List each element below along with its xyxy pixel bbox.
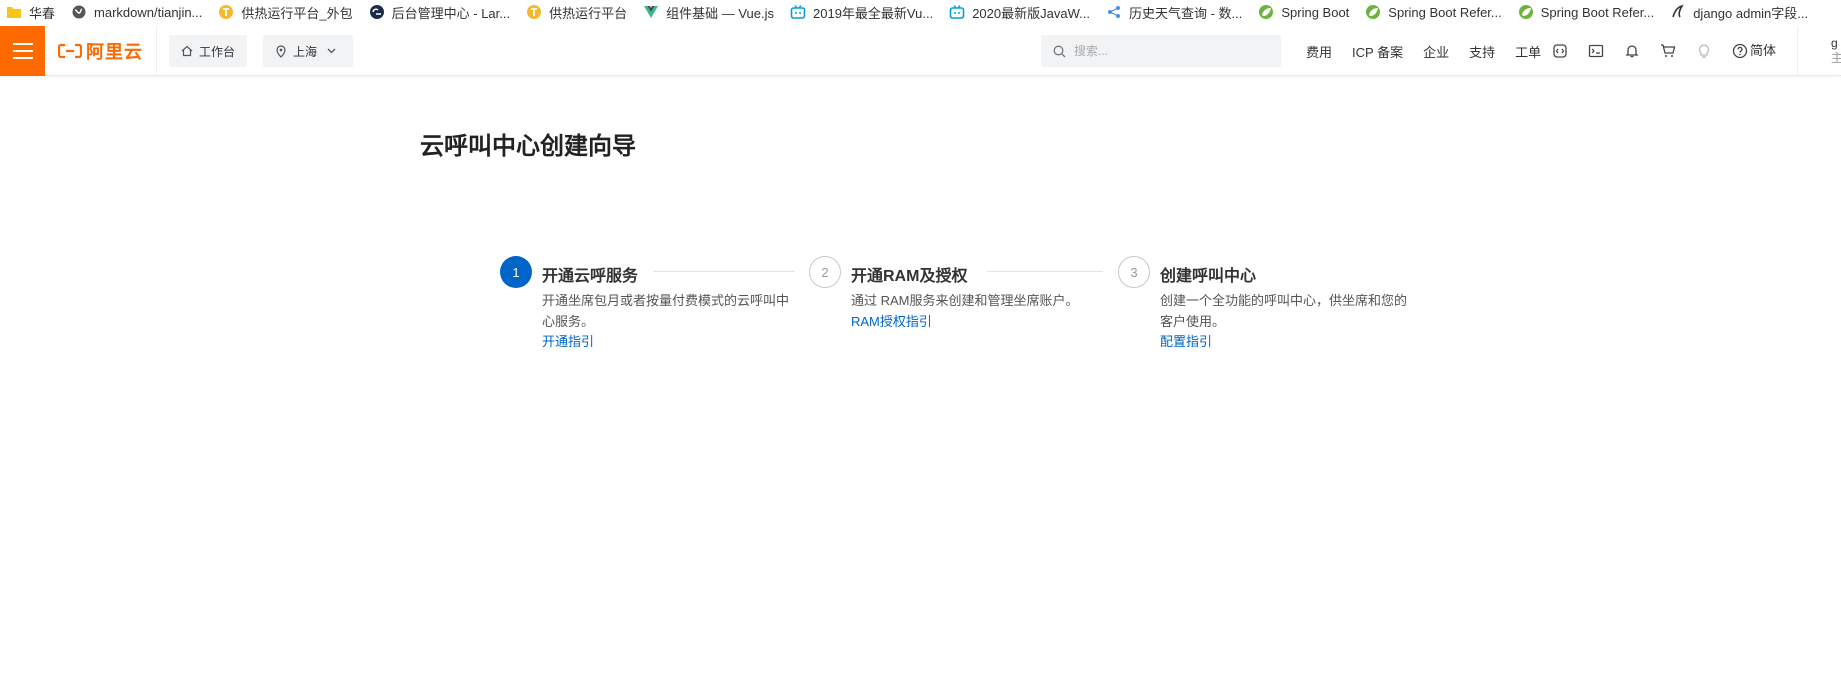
billing-link[interactable]: 费用	[1306, 42, 1332, 61]
cz-logo-icon	[369, 4, 385, 20]
bookmark-item[interactable]: 历史天气查询 - 数...	[1100, 0, 1250, 24]
bookmark-label: Spring Boot Refer...	[1540, 4, 1655, 20]
search-input[interactable]	[1074, 44, 1264, 58]
bookmarks-bar: 华春 markdown/tianjin... 供热运行平台_外包 后台管理中心 …	[0, 0, 1841, 24]
spring-icon	[1518, 4, 1534, 20]
cart-icon[interactable]	[1650, 26, 1686, 76]
workbench-button[interactable]: 工作台	[169, 35, 248, 67]
globe-icon	[71, 4, 87, 20]
nav-divider	[1797, 26, 1798, 76]
bilibili-icon	[790, 4, 806, 20]
menu-icon	[12, 43, 33, 59]
icp-link[interactable]: ICP 备案	[1352, 42, 1403, 61]
spring-icon	[1258, 4, 1274, 20]
bookmark-item[interactable]: Spring Boot Refer...	[1359, 0, 1509, 24]
share-icon	[1106, 4, 1122, 20]
bookmark-item[interactable]: 2020最新版JavaW...	[943, 0, 1098, 24]
header-icons	[1542, 26, 1758, 76]
step-connector	[653, 271, 795, 272]
bookmark-label: Spring Boot	[1281, 4, 1350, 20]
language-selector[interactable]: 简体	[1750, 26, 1776, 76]
bookmark-item[interactable]: 2019年最全最新Vu...	[784, 0, 941, 24]
bookmark-label: 华春	[29, 5, 56, 21]
logo-text: 阿里云	[86, 42, 143, 62]
hamburger-menu-button[interactable]	[0, 26, 45, 76]
bookmark-label: 2020最新版JavaW...	[972, 5, 1090, 21]
lightbulb-icon[interactable]	[1686, 26, 1722, 76]
step-number: 2	[809, 256, 841, 288]
aliyun-bracket-icon	[58, 43, 82, 59]
bookmark-label: django admin字段...	[1693, 5, 1809, 21]
step-number: 3	[1118, 256, 1150, 288]
step-description: 创建一个全功能的呼叫中心，供坐席和您的客户使用。	[1160, 293, 1408, 329]
bookmark-label: 供热运行平台_外包	[241, 5, 353, 21]
bookmark-label: 组件基础 — Vue.js	[666, 5, 774, 21]
region-selector[interactable]: 上海	[263, 35, 353, 67]
enterprise-link[interactable]: 企业	[1423, 42, 1449, 61]
code-icon[interactable]	[1542, 26, 1578, 76]
step-title: 开通云呼服务	[542, 268, 639, 285]
search-box[interactable]	[1041, 35, 1281, 67]
account-name: g	[1831, 36, 1838, 50]
vue-icon	[643, 4, 659, 20]
location-pin-icon	[276, 44, 286, 58]
t-badge-icon	[218, 4, 234, 20]
wizard-steps: 1 开通云呼服务 开通坐席包月或者按量付费模式的云呼叫中心服务。 开通指引 2 …	[500, 256, 1407, 376]
step-title: 创建呼叫中心	[1160, 268, 1257, 285]
step-title: 开通RAM及授权	[851, 268, 968, 285]
bilibili-icon	[949, 4, 965, 20]
spring-icon	[1365, 4, 1381, 20]
bookmark-label: 后台管理中心 - Lar...	[391, 5, 511, 21]
bell-icon[interactable]	[1614, 26, 1650, 76]
folder-icon	[6, 4, 22, 20]
bookmark-label: Spring Boot Refer...	[1388, 4, 1502, 20]
header-links: 费用 ICP 备案 企业 支持 工单	[1296, 26, 1551, 76]
aliyun-logo[interactable]: 阿里云	[58, 26, 143, 76]
bookmark-label: 供热运行平台	[549, 5, 628, 21]
step-guide-link[interactable]: 开通指引	[542, 331, 594, 350]
step-guide-link[interactable]: 配置指引	[1160, 331, 1212, 350]
step-description: 开通坐席包月或者按量付费模式的云呼叫中心服务。	[542, 293, 790, 329]
home-icon	[181, 45, 193, 57]
bookmark-item[interactable]: 后台管理中心 - Lar...	[363, 0, 518, 24]
step-number: 1	[500, 256, 532, 288]
terminal-icon[interactable]	[1578, 26, 1614, 76]
bookmark-item[interactable]: 华春	[0, 0, 63, 24]
support-link[interactable]: 支持	[1469, 42, 1495, 61]
bookmark-label: 2019年最全最新Vu...	[813, 5, 934, 21]
bookmark-item[interactable]: markdown/tianjin...	[65, 0, 210, 24]
top-navigation: 阿里云 工作台 上海 费用 ICP 备案 企业 支持 工单	[0, 26, 1841, 76]
chevron-down-icon	[327, 48, 336, 54]
account-menu[interactable]: g 主	[1831, 36, 1841, 66]
bookmark-item[interactable]: 组件基础 — Vue.js	[637, 0, 782, 24]
page-title: 云呼叫中心创建向导	[420, 133, 636, 160]
django-icon	[1670, 4, 1686, 20]
bookmark-label: markdown/tianjin...	[94, 4, 203, 20]
workbench-label: 工作台	[199, 44, 236, 59]
bookmark-item[interactable]: 供热运行平台	[520, 0, 635, 24]
account-type: 主	[1831, 51, 1841, 65]
step-connector	[987, 271, 1103, 272]
bookmark-item[interactable]: Spring Boot	[1252, 0, 1357, 24]
bookmark-label: 历史天气查询 - 数...	[1128, 5, 1243, 21]
step-guide-link[interactable]: RAM授权指引	[851, 311, 932, 330]
step-description: 通过 RAM服务来创建和管理坐席账户。	[851, 293, 1079, 308]
bookmark-item[interactable]: django admin字段...	[1664, 0, 1816, 24]
region-label: 上海	[293, 44, 318, 59]
t-badge-icon	[526, 4, 542, 20]
bookmark-item[interactable]: 供热运行平台_外包	[212, 0, 360, 24]
nav-divider	[156, 26, 157, 76]
ticket-link[interactable]: 工单	[1515, 42, 1541, 61]
bookmark-item[interactable]: Spring Boot Refer...	[1512, 0, 1662, 24]
search-icon	[1053, 45, 1066, 57]
